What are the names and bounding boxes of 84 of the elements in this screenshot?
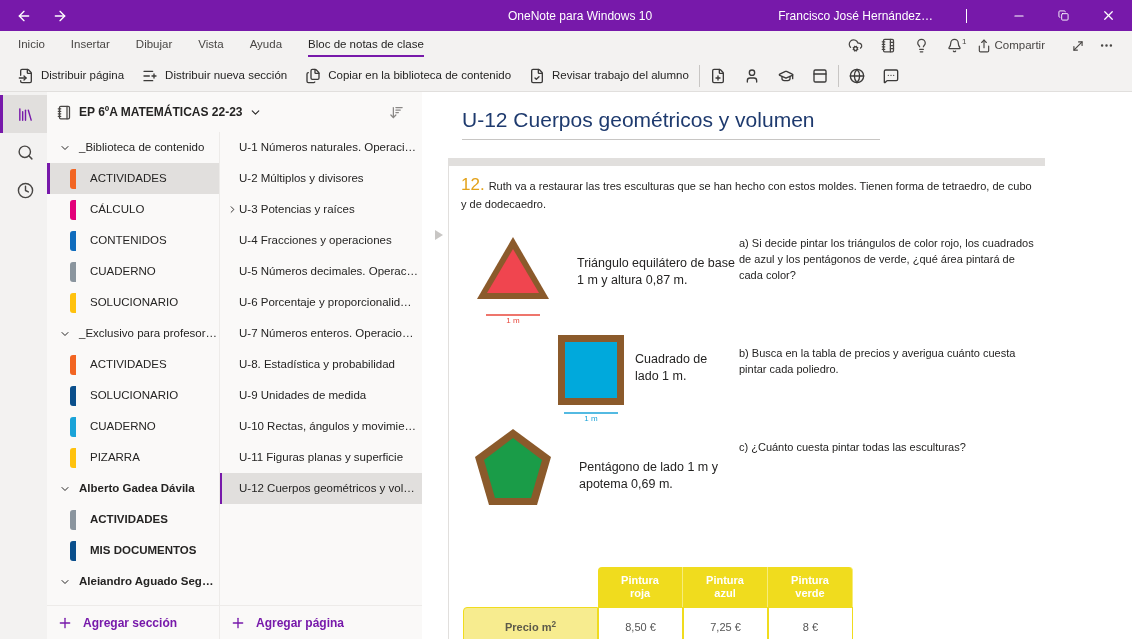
table-header: Pintura azul [683,566,768,607]
page-item[interactable]: U-3 Potencias y raíces [220,194,422,225]
figure-caption: Triángulo equilátero de base 1 m y altura 0,87 m. [577,254,736,289]
menu-tab[interactable]: Vista [198,34,224,57]
user-name[interactable]: Francisco José Hernández… [778,6,933,25]
section-item[interactable]: CUADERNO [47,411,219,442]
notebook-selector[interactable]: EP 6ºA MATEMÁTICAS 22-23 [79,103,262,121]
page-item[interactable]: U-8. Estadística y probabilidad [220,349,422,380]
section-item[interactable]: ACTIVIDADES [47,163,219,194]
measure-label: 1 m [584,414,598,423]
add-page-button[interactable]: Agregar página [220,605,422,639]
section-item[interactable]: ACTIVIDADES [47,349,219,380]
page-item[interactable]: U-1 Números naturales. Operaci… [220,132,422,163]
section-item[interactable]: CUADERNO [47,256,219,287]
figure-caption: Pentágono de lado 1 m y apotema 0,69 m. [579,458,719,493]
page-item[interactable]: U-2 Múltiplos y divisores [220,163,422,194]
share-button[interactable]: Compartir [976,36,1045,55]
question-text: c) ¿Cuánto cuesta pintar todas las esculturas? [739,439,967,455]
paragraph-handle-icon[interactable] [435,229,443,240]
question-text: b) Busca en la tabla de precios y averigua cuánto cuesta pintar cada poliedro. [739,345,1017,377]
exercise-statement: 12. Ruth va a restaurar las tres esculturas que se han hecho con estos moldes. Tienen forma de tetraedro, de cubo y de dodecaedro. [461,175,1033,212]
document-check-icon [529,67,546,84]
table-header: Pintura roja [598,566,683,607]
section-item[interactable]: MIS DOCUMENTOS [47,535,219,566]
page-item[interactable]: U-6 Porcentaje y proporcionalid… [220,287,422,318]
table-cell: 8,50 € [598,606,683,639]
section-item[interactable]: ACTIVIDADES [47,504,219,535]
page-item[interactable]: U-9 Unidades de medida [220,380,422,411]
copy-icon [305,67,322,84]
cloud-sync-icon[interactable] [848,38,864,53]
page-item[interactable]: U-11 Figuras planas y superficie [220,442,422,473]
notification-count: 1 [962,38,967,46]
page-item[interactable]: U-7 Números enteros. Operacio… [220,318,422,349]
page-item[interactable]: U-4 Fracciones y operaciones [220,225,422,256]
page-arrow-icon [18,67,34,84]
table-header: Pintura verde [768,566,853,607]
notebook-icon [57,104,72,120]
add-section-button[interactable]: Agregar sección [47,605,219,639]
ribbon-button[interactable]: Copiar en la biblioteca de contenido [305,66,512,85]
sort-icon[interactable] [389,104,404,120]
menu-tab[interactable]: Inicio [18,34,45,57]
expand-icon[interactable] [1071,38,1085,53]
section-group[interactable]: _Biblioteca de contenido [47,132,219,163]
section-item[interactable]: SOLUCIONARIO [47,287,219,318]
share-icon [976,38,991,53]
page-item[interactable]: U-12 Cuerpos geométricos y vol… [220,473,422,504]
measure-line [485,312,541,317]
panel-icon[interactable] [811,67,828,84]
figure-caption: Cuadrado de lado 1 m. [635,350,709,385]
bell-icon[interactable] [947,38,963,53]
page-title[interactable]: U-12 Cuerpos geométricos y volumen [462,104,880,140]
menu-tab[interactable]: Dibujar [135,34,173,57]
section-item[interactable]: CÁLCULO [47,194,219,225]
add-page-icon[interactable] [709,67,726,84]
section-item[interactable]: CONTENIDOS [47,225,219,256]
section-group[interactable]: _Exclusivo para profesor… [47,318,219,349]
globe-icon[interactable] [848,67,865,84]
section-group[interactable]: Alberto Gadea Dávila [47,473,219,504]
menu-tab[interactable]: Ayuda [249,34,283,57]
table-cell: 8 € [768,606,853,639]
chat-icon[interactable] [882,67,899,84]
notebooks-button[interactable] [0,95,47,133]
search-icon [16,143,34,161]
table-row-header: Precio m$^{2}$ [463,606,598,639]
notebook-icon[interactable] [881,38,897,53]
section-item[interactable]: SOLUCIONARIO [47,380,219,411]
restore-icon[interactable] [1058,10,1069,21]
page-item[interactable]: U-10 Rectas, ángulos y movimie… [220,411,422,442]
ribbon-button[interactable]: Revisar trabajo del alumno [529,66,689,85]
page-item[interactable]: U-5 Números decimales. Operac… [220,256,422,287]
measure-label: 1 m [506,316,520,325]
ribbon-button[interactable]: Distribuir nueva sección [142,66,288,85]
table-cell: 7,25 € [683,606,768,639]
menu-tab[interactable]: Insertar [70,34,110,57]
close-icon[interactable] [1101,8,1116,23]
window-title: OneNote para Windows 10 [508,7,653,25]
section-item[interactable]: PIZARRA [47,442,219,473]
section-group[interactable]: Aleiandro Aguado Seg… [47,566,219,597]
ribbon-button[interactable]: Distribuir página [18,66,125,85]
measure-line [563,410,619,415]
library-icon [16,105,34,123]
question-text: a) Si decide pintar los triángulos de color rojo, los cuadrados de azul y los pentágonos de verde, ¿qué área pintará de cada color? [739,235,1035,283]
menu-tab[interactable]: Bloc de notas de clase [308,34,424,57]
clock-icon [16,181,34,199]
